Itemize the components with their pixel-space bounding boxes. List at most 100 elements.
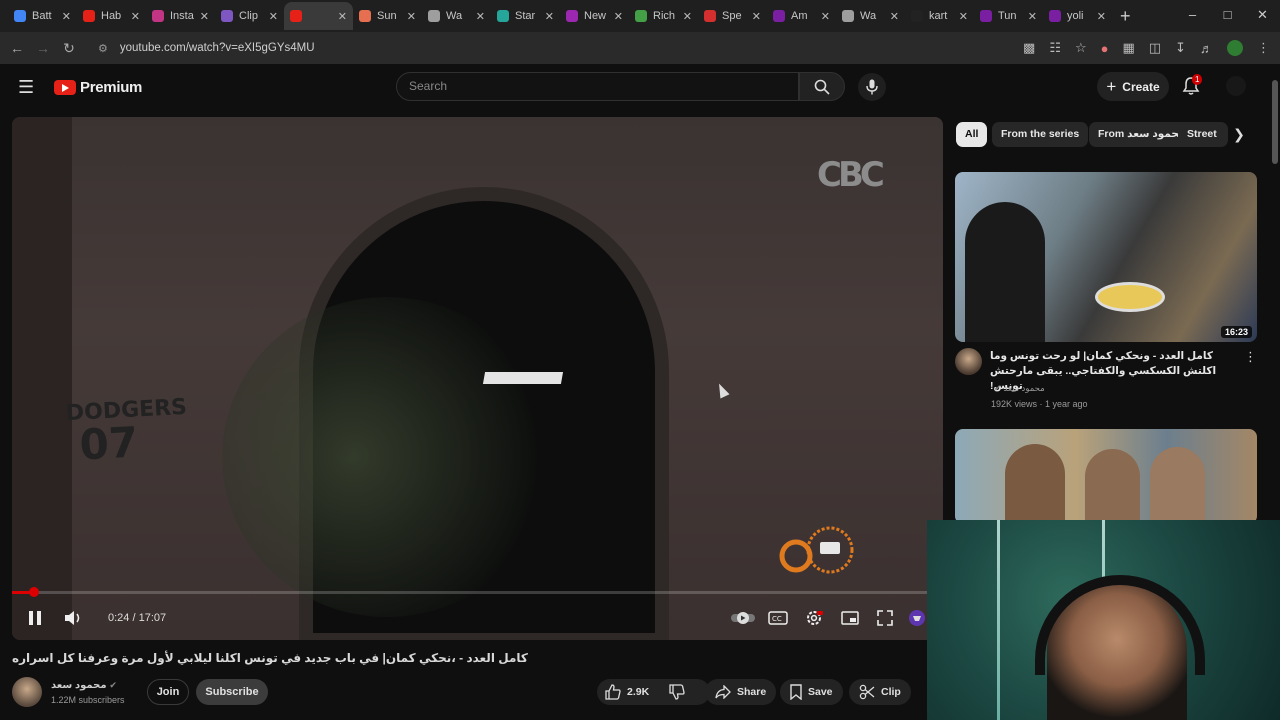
browser-tab[interactable]: Batt ✕ xyxy=(8,2,77,30)
share-icon xyxy=(715,685,731,699)
maximize-icon[interactable]: □ xyxy=(1210,0,1245,32)
progress-scrubber[interactable] xyxy=(28,587,39,597)
chevron-right-icon[interactable]: ❯ xyxy=(1229,124,1249,144)
browser-tab[interactable]: Star ✕ xyxy=(491,2,560,30)
browser-tab[interactable]: New ✕ xyxy=(560,2,629,30)
captions-button[interactable]: CC xyxy=(768,607,788,629)
video-player[interactable]: DODGERS 07 CBC 0:24 / 17:07 CC xyxy=(12,117,943,640)
tab-close-icon[interactable]: ✕ xyxy=(821,10,830,23)
browser-tab[interactable]: Wa ✕ xyxy=(836,2,905,30)
media-control-icon[interactable]: ♬ xyxy=(1200,41,1213,56)
tab-title: Rich xyxy=(653,10,676,22)
notifications-button[interactable]: 1 xyxy=(1182,74,1203,98)
install-app-icon[interactable]: ▩ xyxy=(1023,40,1035,56)
tab-close-icon[interactable]: ✕ xyxy=(62,10,71,23)
thumbnail-person-2 xyxy=(1085,449,1140,524)
browser-tab[interactable]: Am ✕ xyxy=(767,2,836,30)
tab-favicon-icon xyxy=(428,10,440,22)
new-tab-button[interactable]: + xyxy=(1120,6,1131,27)
clip-button[interactable]: Clip xyxy=(849,679,911,705)
progress-bar[interactable] xyxy=(12,587,943,597)
extension-overlay-button[interactable] xyxy=(908,607,926,629)
download-icon[interactable]: ↧ xyxy=(1175,40,1186,56)
save-button[interactable]: Save xyxy=(780,679,843,705)
tab-close-icon[interactable]: ✕ xyxy=(200,10,209,23)
channel-avatar[interactable] xyxy=(12,677,42,707)
tab-close-icon[interactable]: ✕ xyxy=(959,10,968,23)
browser-tab[interactable]: Insta ✕ xyxy=(146,2,215,30)
chip-from-series[interactable]: From the series xyxy=(992,122,1089,147)
tab-close-icon[interactable]: ✕ xyxy=(338,10,347,23)
join-button[interactable]: Join xyxy=(147,679,189,705)
tab-close-icon[interactable]: ✕ xyxy=(131,10,140,23)
verified-icon: ✔ xyxy=(994,383,1002,393)
tab-close-icon[interactable]: ✕ xyxy=(545,10,554,23)
voice-search-button[interactable] xyxy=(858,73,886,101)
bookmark-star-icon[interactable]: ☆ xyxy=(1075,40,1087,56)
like-button[interactable]: 2.9K xyxy=(605,684,649,700)
tab-close-icon[interactable]: ✕ xyxy=(476,10,485,23)
extensions-icon[interactable]: ▦ xyxy=(1123,40,1135,56)
related-video-thumbnail[interactable]: 16:23 xyxy=(955,172,1257,342)
account-avatar[interactable] xyxy=(1226,76,1246,96)
chip-all[interactable]: All xyxy=(956,122,988,147)
browser-menu-icon[interactable]: ⋮ xyxy=(1257,40,1270,56)
related-video-channel[interactable]: ✔ محمود سعد xyxy=(994,383,1045,394)
close-window-icon[interactable]: ✕ xyxy=(1245,0,1280,32)
autoplay-toggle[interactable] xyxy=(730,607,756,629)
scrollbar-thumb[interactable] xyxy=(1272,80,1278,164)
tab-close-icon[interactable]: ✕ xyxy=(1028,10,1037,23)
create-button[interactable]: + Create xyxy=(1097,72,1169,101)
reload-icon[interactable]: ↻ xyxy=(56,40,82,57)
tab-close-icon[interactable]: ✕ xyxy=(752,10,761,23)
browser-tab[interactable]: kart ✕ xyxy=(905,2,974,30)
browser-tab[interactable]: Wa ✕ xyxy=(422,2,491,30)
clip-label: Clip xyxy=(881,686,901,698)
tab-close-icon[interactable]: ✕ xyxy=(890,10,899,23)
browser-tab[interactable]: Spe ✕ xyxy=(698,2,767,30)
minimize-icon[interactable]: – xyxy=(1175,0,1210,32)
search-button[interactable] xyxy=(799,72,845,101)
tab-close-icon[interactable]: ✕ xyxy=(683,10,692,23)
related-channel-avatar[interactable] xyxy=(955,348,982,375)
browser-tab-strip: Batt ✕ Hab ✕ Insta ✕ Clip ✕ ✕ Sun ✕ Wa ✕ Star ✕ New ✕ Ric… xyxy=(0,0,1280,32)
share-button[interactable]: Share xyxy=(705,679,777,705)
dislike-button[interactable] xyxy=(669,684,685,700)
tab-close-icon[interactable]: ✕ xyxy=(1097,10,1106,23)
purple-extension-icon xyxy=(909,610,925,626)
search-input[interactable]: Search xyxy=(396,72,799,101)
browser-tab[interactable]: Sun ✕ xyxy=(353,2,422,30)
tab-close-icon[interactable]: ✕ xyxy=(269,10,278,23)
related-video-thumbnail-2[interactable] xyxy=(955,429,1257,524)
chip-street[interactable]: Street xyxy=(1178,122,1228,147)
tab-close-icon[interactable]: ✕ xyxy=(614,10,623,23)
channel-name[interactable]: محمود سعد ✔ xyxy=(51,680,117,691)
tab-favicon-icon xyxy=(290,10,302,22)
browser-tab[interactable]: yoli ✕ xyxy=(1043,2,1112,30)
browser-tab[interactable]: Hab ✕ xyxy=(77,2,146,30)
forward-icon[interactable]: → xyxy=(30,40,56,56)
translate-icon[interactable]: ☷ xyxy=(1049,40,1061,56)
browser-tab[interactable]: Rich ✕ xyxy=(629,2,698,30)
subscribe-button[interactable]: Subscribe xyxy=(196,679,268,705)
browser-tab[interactable]: Clip ✕ xyxy=(215,2,284,30)
site-info-icon[interactable]: ⚙ xyxy=(98,42,108,55)
miniplayer-button[interactable] xyxy=(841,607,859,629)
youtube-logo[interactable]: Premium xyxy=(54,79,142,96)
browser-tab[interactable]: Tun ✕ xyxy=(974,2,1043,30)
pause-button[interactable] xyxy=(28,607,42,629)
browser-tab[interactable]: ✕ xyxy=(284,2,353,30)
more-options-icon[interactable]: ⋮ xyxy=(1244,349,1257,365)
split-view-icon[interactable]: ◫ xyxy=(1149,40,1161,56)
hamburger-menu-icon[interactable]: ☰ xyxy=(18,77,38,98)
extension-red-icon[interactable]: ● xyxy=(1101,41,1109,56)
address-bar[interactable]: ⚙ youtube.com/watch?v=eXI5gGYs4MU xyxy=(90,35,970,61)
tab-favicon-icon xyxy=(980,10,992,22)
settings-button[interactable] xyxy=(805,607,823,629)
volume-button[interactable] xyxy=(64,607,84,629)
back-icon[interactable]: ← xyxy=(4,40,30,56)
profile-avatar[interactable] xyxy=(1227,40,1243,56)
webcam-light-strip xyxy=(997,520,1000,720)
tab-close-icon[interactable]: ✕ xyxy=(407,10,416,23)
fullscreen-button[interactable] xyxy=(877,607,893,629)
